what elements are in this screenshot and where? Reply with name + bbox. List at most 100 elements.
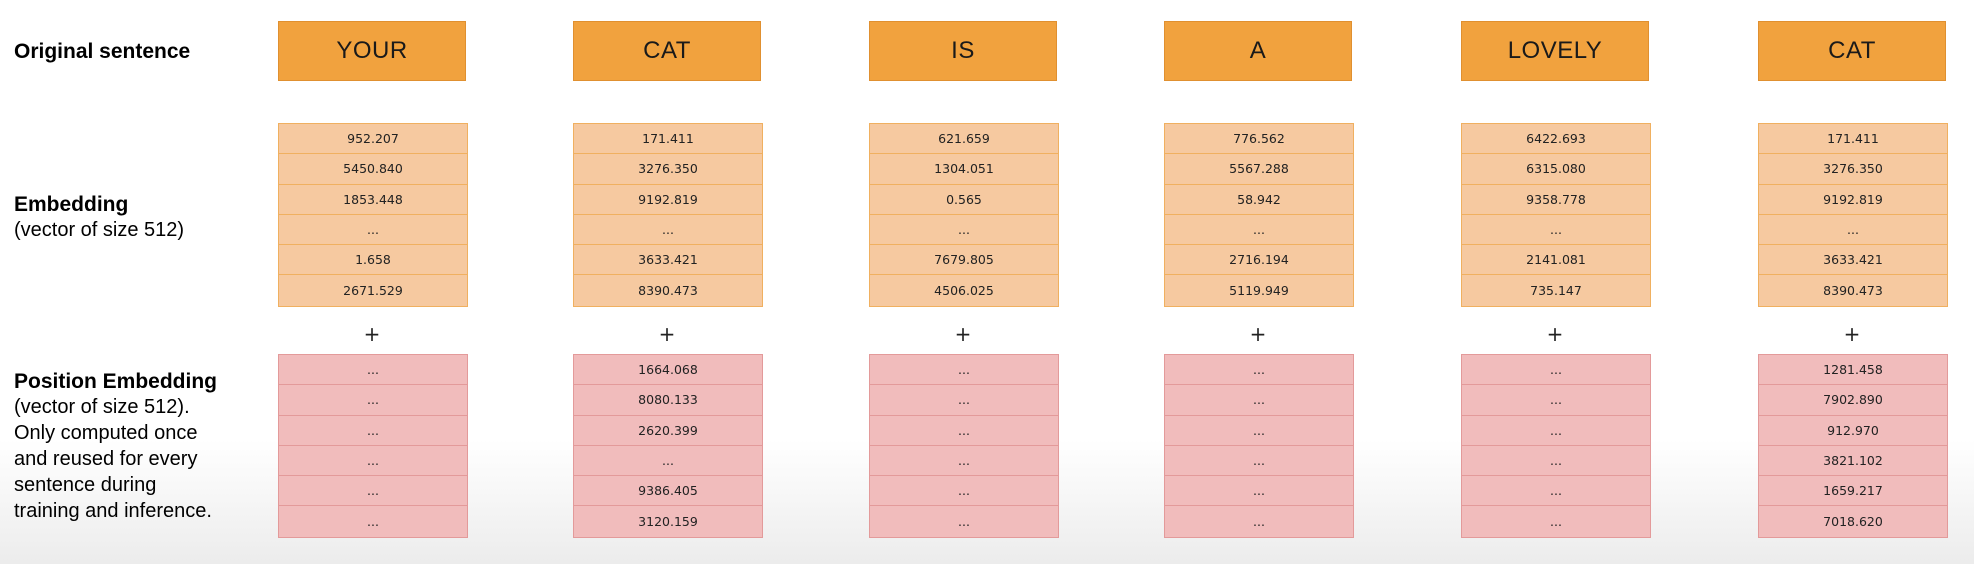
token-word-box: A xyxy=(1164,21,1352,81)
embedding-value-cell: 776.562 xyxy=(1165,124,1353,155)
position-value-cell: ... xyxy=(1165,416,1353,446)
token-word-box: IS xyxy=(869,21,1057,81)
embedding-value-cell: 5450.840 xyxy=(279,154,467,185)
embedding-value-cell: 735.147 xyxy=(1530,283,1582,299)
position-value-cell: ... xyxy=(1165,446,1353,477)
embedding-value-cell: 6315.080 xyxy=(1462,154,1650,185)
embedding-value-cell: 171.411 xyxy=(574,124,762,155)
position-embedding-vector: .................. xyxy=(1164,354,1354,538)
position-value-cell: ... xyxy=(958,514,970,530)
position-value-cell: 1664.068 xyxy=(574,355,762,386)
embedding-value-cell: 3633.421 xyxy=(574,245,762,276)
embedding-value-cell: ... xyxy=(279,215,467,246)
position-embedding-label: Position Embedding (vector of size 512).… xyxy=(14,369,217,524)
position-value-cell: 1281.458 xyxy=(1759,355,1947,386)
token-word-box: CAT xyxy=(1758,21,1946,81)
position-embedding-line: (vector of size 512). xyxy=(14,396,190,418)
position-embedding-vector: 1281.458 7902.890 912.970 3821.102 1659.217 7… xyxy=(1758,354,1948,538)
position-value-cell: 9386.405 xyxy=(574,476,762,507)
position-value-cell: ... xyxy=(870,446,1058,477)
position-value-cell: ... xyxy=(1462,385,1650,416)
position-value-cell: ... xyxy=(870,476,1058,507)
position-value-cell: ... xyxy=(574,446,762,477)
plus-sign: + xyxy=(954,322,972,346)
embedding-vector: 776.562 5567.288 58.942... 2716.194 5119.949 xyxy=(1164,123,1354,307)
embedding-vector: 6422.693 6315.080 9358.778... 2141.081 735.1… xyxy=(1461,123,1651,307)
plus-sign: + xyxy=(1546,322,1564,346)
embedding-value-cell: 6422.693 xyxy=(1462,124,1650,155)
position-value-cell: 912.970 xyxy=(1759,416,1947,446)
embedding-value-cell: 9358.778 xyxy=(1462,185,1650,215)
position-value-cell: ... xyxy=(870,385,1058,416)
embedding-value-cell: 2716.194 xyxy=(1165,245,1353,276)
embedding-value-cell: 0.565 xyxy=(870,185,1058,215)
position-value-cell: ... xyxy=(1165,355,1353,386)
embedding-value-cell: ... xyxy=(1462,215,1650,246)
position-embedding-vector: .................. xyxy=(278,354,468,538)
position-value-cell: ... xyxy=(367,514,379,530)
original-sentence-label: Original sentence xyxy=(14,39,190,64)
position-embedding-title: Position Embedding xyxy=(14,370,217,393)
embedding-value-cell: 1304.051 xyxy=(870,154,1058,185)
position-value-cell: 7902.890 xyxy=(1759,385,1947,416)
embedding-value-cell: ... xyxy=(1759,215,1947,246)
embedding-label: Embedding (vector of size 512) xyxy=(14,192,184,243)
position-value-cell: 2620.399 xyxy=(574,416,762,446)
position-value-cell: 1659.217 xyxy=(1759,476,1947,507)
embedding-value-cell: 952.207 xyxy=(279,124,467,155)
embedding-value-cell: 5567.288 xyxy=(1165,154,1353,185)
embedding-value-cell: 3276.350 xyxy=(574,154,762,185)
position-value-cell: ... xyxy=(1462,355,1650,386)
position-value-cell: ... xyxy=(870,355,1058,386)
position-embedding-line: training and inference. xyxy=(14,500,212,522)
position-value-cell: ... xyxy=(279,476,467,507)
embedding-value-cell: 1.658 xyxy=(279,245,467,276)
plus-sign: + xyxy=(1843,322,1861,346)
embedding-value-cell: ... xyxy=(574,215,762,246)
position-value-cell: ... xyxy=(1462,416,1650,446)
position-value-cell: ... xyxy=(1550,514,1562,530)
embedding-value-cell: 9192.819 xyxy=(1759,185,1947,215)
embedding-vector: 171.411 3276.350 9192.819... 3633.421 8390.4… xyxy=(1758,123,1948,307)
embedding-vector: 621.659 1304.051 0.565... 7679.805 4506.025 xyxy=(869,123,1059,307)
embedding-value-cell: 5119.949 xyxy=(1229,283,1289,299)
embedding-value-cell: 1853.448 xyxy=(279,185,467,215)
embedding-vector: 171.411 3276.350 9192.819... 3633.421 8390.4… xyxy=(573,123,763,307)
position-value-cell: 7018.620 xyxy=(1823,514,1883,530)
position-embedding-line: and reused for every xyxy=(14,448,198,470)
position-embedding-vector: .................. xyxy=(1461,354,1651,538)
embedding-value-cell: 3276.350 xyxy=(1759,154,1947,185)
embedding-value-cell: 4506.025 xyxy=(934,283,994,299)
embedding-value-cell: 8390.473 xyxy=(1823,283,1883,299)
embedding-value-cell: 3633.421 xyxy=(1759,245,1947,276)
position-value-cell: 3120.159 xyxy=(638,514,698,530)
embedding-value-cell: 621.659 xyxy=(870,124,1058,155)
embedding-title: Embedding xyxy=(14,193,129,216)
embedding-vector: 952.207 5450.840 1853.448... 1.658 2671.529 xyxy=(278,123,468,307)
embedding-value-cell: 2671.529 xyxy=(343,283,403,299)
plus-sign: + xyxy=(658,322,676,346)
embedding-value-cell: 2141.081 xyxy=(1462,245,1650,276)
embedding-value-cell: 8390.473 xyxy=(638,283,698,299)
plus-sign: + xyxy=(1249,322,1267,346)
embedding-value-cell: 58.942 xyxy=(1165,185,1353,215)
position-value-cell: 8080.133 xyxy=(574,385,762,416)
position-embedding-vector: .................. xyxy=(869,354,1059,538)
position-value-cell: ... xyxy=(1165,385,1353,416)
embedding-value-cell: ... xyxy=(870,215,1058,246)
position-value-cell: 3821.102 xyxy=(1759,446,1947,477)
position-value-cell: ... xyxy=(1462,476,1650,507)
position-value-cell: ... xyxy=(1253,514,1265,530)
original-sentence-title: Original sentence xyxy=(14,40,191,63)
embedding-value-cell: ... xyxy=(1165,215,1353,246)
position-embedding-line: sentence during xyxy=(14,474,157,496)
embedding-value-cell: 9192.819 xyxy=(574,185,762,215)
position-value-cell: ... xyxy=(870,416,1058,446)
position-value-cell: ... xyxy=(279,385,467,416)
position-embedding-line: Only computed once xyxy=(14,422,198,444)
embedding-subtitle: (vector of size 512) xyxy=(14,219,185,241)
token-word-box: CAT xyxy=(573,21,761,81)
token-word-box: LOVELY xyxy=(1461,21,1649,81)
position-value-cell: ... xyxy=(1165,476,1353,507)
position-value-cell: ... xyxy=(1462,446,1650,477)
